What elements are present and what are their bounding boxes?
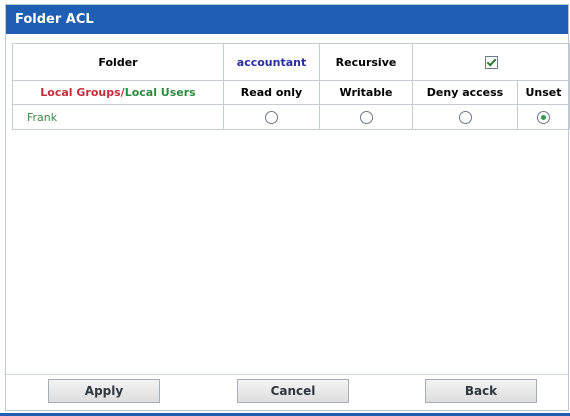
- recursive-checkbox-cell: [412, 43, 570, 81]
- recursive-checkbox[interactable]: [484, 55, 498, 69]
- cancel-button[interactable]: Cancel: [237, 379, 349, 403]
- folder-row: Folder accountant Recursive: [12, 43, 570, 81]
- user-name: Frank: [12, 104, 224, 130]
- read-only-radio[interactable]: [265, 110, 278, 124]
- deny-access-radio[interactable]: [458, 110, 472, 124]
- unset-cell: [517, 104, 570, 130]
- principal-header: Local Groups/Local Users: [12, 80, 224, 105]
- read-only-cell: [223, 104, 320, 130]
- folder-acl-panel: Folder ACL Folder accountant Recursive L…: [5, 4, 570, 411]
- panel-title: Folder ACL: [6, 5, 568, 34]
- user-row: Frank: [12, 104, 570, 130]
- local-users-label: Local Users: [124, 86, 196, 99]
- writable-header: Writable: [319, 80, 413, 105]
- local-groups-label: Local Groups: [40, 86, 121, 99]
- writable-cell: [319, 104, 413, 130]
- unset-radio[interactable]: [537, 110, 550, 124]
- back-button[interactable]: Back: [425, 379, 537, 403]
- unset-header: Unset: [517, 80, 570, 105]
- acl-table: Folder accountant Recursive Local Groups…: [12, 43, 570, 130]
- apply-button[interactable]: Apply: [48, 379, 160, 403]
- recursive-label: Recursive: [319, 43, 413, 81]
- writable-radio[interactable]: [359, 110, 373, 124]
- button-bar: Apply Cancel Back: [6, 374, 568, 410]
- read-only-header: Read only: [223, 80, 320, 105]
- deny-access-header: Deny access: [412, 80, 518, 105]
- deny-access-cell: [412, 104, 518, 130]
- folder-label: Folder: [12, 43, 224, 81]
- folder-value: accountant: [223, 43, 320, 81]
- permission-header-row: Local Groups/Local Users Read only Writa…: [12, 80, 570, 105]
